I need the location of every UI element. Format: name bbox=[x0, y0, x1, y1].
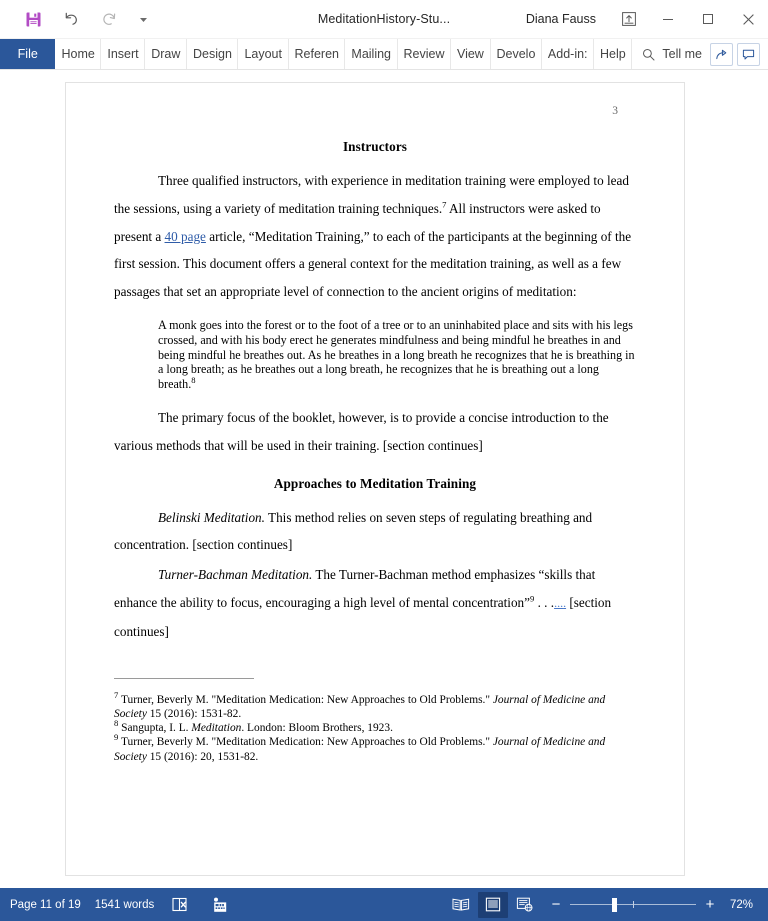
customize-quick-access-button[interactable] bbox=[130, 4, 156, 34]
title-bar-right: Diana Fauss bbox=[526, 0, 768, 38]
footnote-9-text-after: 15 (2016): 20, 1531-82. bbox=[146, 750, 259, 763]
chevron-down-icon bbox=[139, 17, 147, 22]
footnote-7-text-before: Turner, Beverly M. "Meditation Medicatio… bbox=[118, 693, 493, 706]
web-layout-icon bbox=[516, 897, 533, 912]
proofing-errors-button[interactable] bbox=[168, 893, 194, 917]
block-quote-text: A monk goes into the forest or to the fo… bbox=[158, 317, 635, 392]
comments-button[interactable] bbox=[737, 42, 760, 66]
zoom-out-button[interactable]: − bbox=[550, 897, 562, 912]
status-bar-left: Page 11 of 19 1541 words bbox=[6, 893, 234, 917]
page-number-header: 3 bbox=[612, 105, 618, 117]
accessibility-checker-button[interactable] bbox=[208, 893, 234, 917]
tab-home[interactable]: Home bbox=[55, 39, 102, 69]
minimize-button[interactable] bbox=[648, 0, 688, 38]
ribbon-display-options-icon bbox=[622, 12, 636, 26]
share-button[interactable] bbox=[710, 42, 733, 66]
tab-add-ins[interactable]: Add-in: bbox=[542, 39, 595, 69]
footnote-item-8: 8 Sangupta, I. L. Meditation. London: Bl… bbox=[114, 719, 636, 735]
paragraph-belinski: Belinski Meditation. This method relies … bbox=[114, 504, 636, 560]
redo-icon bbox=[102, 13, 115, 25]
page-content-area: 3 Instructors Three qualified instructor… bbox=[114, 105, 636, 863]
comments-icon bbox=[742, 49, 755, 59]
tab-layout[interactable]: Layout bbox=[238, 39, 289, 69]
tab-design[interactable]: Design bbox=[187, 39, 239, 69]
ribbon-tabs: Home Insert Draw Design Layout Referen M… bbox=[55, 39, 633, 69]
footnote-8-text-after: . London: Bloom Brothers, 1923. bbox=[241, 722, 393, 735]
tell-me-search[interactable]: Tell me bbox=[632, 39, 710, 69]
search-icon bbox=[643, 48, 655, 60]
close-button[interactable] bbox=[728, 0, 768, 38]
view-print-layout-button[interactable] bbox=[478, 891, 508, 918]
ribbon-right-buttons bbox=[710, 39, 768, 69]
tracked-insertion-40-page[interactable]: 40 page bbox=[165, 229, 206, 244]
page-indicator[interactable]: Page 11 of 19 bbox=[10, 899, 81, 911]
maximize-button[interactable] bbox=[688, 0, 728, 38]
word-count[interactable]: 1541 words bbox=[95, 899, 154, 911]
footnote-item-9: 9 Turner, Beverly M. "Meditation Medicat… bbox=[114, 733, 636, 764]
read-mode-icon bbox=[452, 898, 470, 911]
close-icon bbox=[742, 13, 754, 25]
ribbon-tab-bar: File Home Insert Draw Design Layout Refe… bbox=[0, 39, 768, 70]
footnote-8-text-before: Sangupta, I. L. bbox=[118, 722, 192, 735]
tab-references[interactable]: Referen bbox=[289, 39, 346, 69]
status-bar: Page 11 of 19 1541 words − + 72% bbox=[0, 888, 768, 921]
tab-insert[interactable]: Insert bbox=[101, 39, 146, 69]
paragraph-turner-text-part2: . . . bbox=[534, 594, 555, 610]
footnote-reference-8[interactable]: 8 bbox=[191, 375, 195, 385]
ribbon-display-options-button[interactable] bbox=[610, 0, 648, 38]
tab-help[interactable]: Help bbox=[594, 39, 633, 69]
spelling-errors-icon bbox=[172, 897, 187, 912]
block-quote-monk: A monk goes into the forest or to the fo… bbox=[158, 318, 636, 392]
print-layout-icon bbox=[485, 897, 501, 912]
tracked-insertion-ellipsis[interactable]: ... bbox=[554, 596, 563, 610]
tab-file[interactable]: File bbox=[0, 39, 56, 69]
redo-button[interactable] bbox=[92, 4, 126, 34]
zoom-in-button[interactable]: + bbox=[704, 897, 716, 912]
title-bar: MeditationHistory-Stu... Diana Fauss bbox=[0, 0, 768, 39]
footnote-9-text-before: Turner, Beverly M. "Meditation Medicatio… bbox=[118, 736, 493, 749]
footnotes-area: 7 Turner, Beverly M. "Meditation Medicat… bbox=[114, 690, 636, 764]
undo-icon bbox=[65, 12, 77, 25]
document-canvas[interactable]: 3 Instructors Three qualified instructor… bbox=[0, 70, 768, 888]
footnote-separator bbox=[114, 677, 254, 679]
paragraph-turner-bachman: Turner-Bachman Meditation. The Turner-Ba… bbox=[114, 561, 636, 645]
run-in-heading-belinski: Belinski Meditation. bbox=[158, 509, 265, 525]
zoom-slider[interactable] bbox=[570, 897, 696, 912]
zoom-slider-thumb[interactable] bbox=[612, 897, 617, 912]
tab-review[interactable]: Review bbox=[398, 39, 451, 69]
minimize-icon bbox=[663, 19, 673, 20]
save-icon bbox=[26, 12, 40, 26]
heading-instructors: Instructors bbox=[342, 139, 408, 154]
footnote-8-title: Meditation bbox=[191, 722, 242, 735]
save-button[interactable] bbox=[16, 4, 50, 34]
footnote-7-text-after: 15 (2016): 1531-82. bbox=[146, 707, 242, 720]
zoom-slider-midpoint bbox=[633, 900, 634, 908]
quick-access-toolbar bbox=[0, 4, 156, 34]
accessibility-checker-icon bbox=[214, 897, 227, 912]
tab-mailings[interactable]: Mailing bbox=[345, 39, 398, 69]
heading-approaches: Approaches to Meditation Training bbox=[273, 475, 477, 491]
zoom-control: − + 72% bbox=[542, 897, 758, 912]
footnote-item-7: 7 Turner, Beverly M. "Meditation Medicat… bbox=[114, 690, 636, 722]
run-in-heading-turner-bachman: Turner-Bachman Meditation. bbox=[158, 567, 313, 583]
zoom-level-label[interactable]: 72% bbox=[724, 899, 758, 911]
view-read-mode-button[interactable] bbox=[446, 892, 476, 918]
view-web-layout-button[interactable] bbox=[510, 892, 540, 918]
tab-draw[interactable]: Draw bbox=[145, 39, 188, 69]
account-user-name[interactable]: Diana Fauss bbox=[526, 12, 610, 26]
document-page[interactable]: 3 Instructors Three qualified instructor… bbox=[65, 82, 685, 876]
share-icon bbox=[716, 49, 727, 59]
undo-button[interactable] bbox=[54, 4, 88, 34]
status-bar-right: − + 72% bbox=[446, 891, 758, 918]
word-application-window: MeditationHistory-Stu... Diana Fauss Fil… bbox=[0, 0, 768, 921]
paragraph-primary-focus: The primary focus of the booklet, howeve… bbox=[114, 409, 609, 453]
document-title: MeditationHistory-Stu... bbox=[317, 12, 451, 26]
maximize-icon bbox=[703, 14, 713, 24]
tell-me-label: Tell me bbox=[662, 47, 702, 61]
tab-view[interactable]: View bbox=[451, 39, 491, 69]
paragraph-instructors: Three qualified instructors, with experi… bbox=[114, 167, 636, 306]
tab-developer[interactable]: Develo bbox=[491, 39, 542, 69]
